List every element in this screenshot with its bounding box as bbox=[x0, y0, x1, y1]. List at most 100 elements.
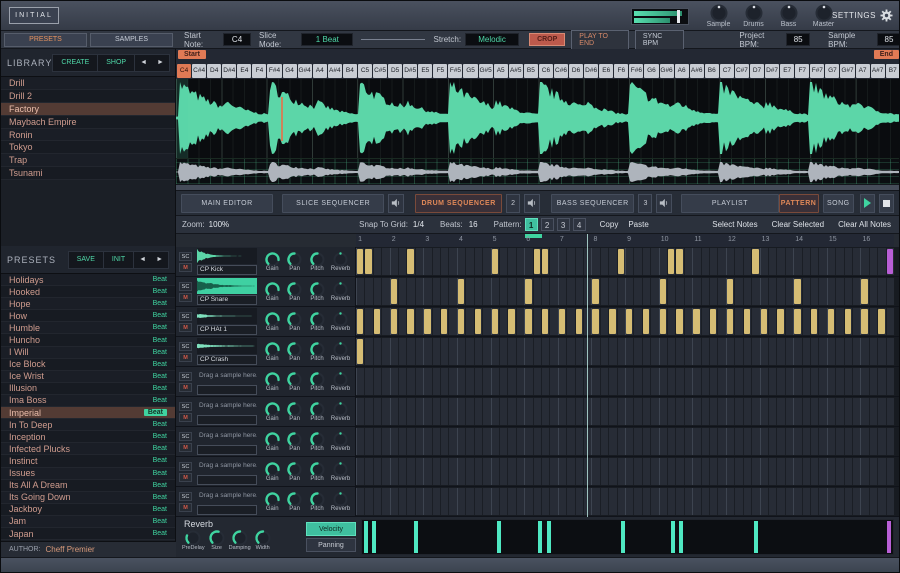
waveform-overview[interactable] bbox=[176, 158, 900, 184]
sample-name-field[interactable] bbox=[197, 415, 257, 425]
knob-reverb[interactable]: Reverb bbox=[331, 307, 350, 336]
step-cell[interactable] bbox=[675, 338, 683, 365]
step-cell[interactable] bbox=[457, 248, 465, 275]
step-cell[interactable] bbox=[364, 428, 372, 455]
preset-item[interactable]: In To DeepBeat bbox=[1, 419, 175, 431]
step-cell[interactable] bbox=[869, 248, 877, 275]
step-cell[interactable] bbox=[600, 338, 608, 365]
step-cell[interactable] bbox=[776, 278, 784, 305]
knob-gain[interactable]: Gain bbox=[264, 307, 281, 336]
step-cell[interactable] bbox=[390, 248, 398, 275]
drum-note[interactable] bbox=[391, 279, 397, 304]
library-item[interactable]: Maybach Empire bbox=[1, 116, 175, 129]
step-cell[interactable] bbox=[625, 368, 633, 395]
step-cell[interactable] bbox=[608, 428, 616, 455]
beats-value[interactable]: 16 bbox=[469, 220, 478, 229]
step-cell[interactable] bbox=[625, 248, 633, 275]
mute-button[interactable]: M bbox=[179, 443, 192, 452]
drum-note[interactable] bbox=[525, 309, 531, 334]
note-chip[interactable]: F#7 bbox=[810, 64, 824, 78]
step-cell[interactable] bbox=[608, 488, 616, 515]
start-note-value[interactable]: C4 bbox=[223, 33, 251, 46]
knob-pan[interactable]: Pan bbox=[286, 367, 303, 396]
step-cell[interactable] bbox=[650, 278, 658, 305]
step-cell[interactable] bbox=[415, 338, 423, 365]
pattern-button-3[interactable]: 3 bbox=[557, 218, 570, 231]
note-chip[interactable]: D7 bbox=[750, 64, 764, 78]
step-cell[interactable] bbox=[810, 248, 818, 275]
step-cell[interactable] bbox=[852, 308, 860, 335]
step-cell[interactable] bbox=[726, 428, 734, 455]
step-cell[interactable] bbox=[743, 428, 751, 455]
step-cell[interactable] bbox=[482, 488, 490, 515]
step-cell[interactable] bbox=[860, 248, 868, 275]
step-cell[interactable] bbox=[499, 308, 507, 335]
step-cell[interactable] bbox=[516, 428, 524, 455]
step-cell[interactable] bbox=[390, 338, 398, 365]
step-cell[interactable] bbox=[625, 488, 633, 515]
preset-item[interactable]: InceptionBeat bbox=[1, 431, 175, 443]
step-cell[interactable] bbox=[364, 338, 372, 365]
step-cell[interactable] bbox=[482, 398, 490, 425]
mute-button[interactable]: M bbox=[179, 353, 192, 362]
clear-selected-button[interactable]: Clear Selected bbox=[772, 220, 824, 229]
step-cell[interactable] bbox=[499, 278, 507, 305]
sample-name-field[interactable] bbox=[197, 505, 257, 515]
step-cell[interactable] bbox=[751, 338, 759, 365]
step-cell[interactable] bbox=[650, 428, 658, 455]
step-cell[interactable] bbox=[558, 368, 566, 395]
sample-name-field[interactable]: CP Crash bbox=[197, 355, 257, 365]
step-cell[interactable] bbox=[364, 488, 372, 515]
note-chip[interactable]: G4 bbox=[283, 64, 297, 78]
step-cell[interactable] bbox=[381, 368, 389, 395]
step-cell[interactable] bbox=[608, 458, 616, 485]
step-cell[interactable] bbox=[558, 428, 566, 455]
preset-item[interactable]: I WillBeat bbox=[1, 347, 175, 359]
step-cell[interactable] bbox=[516, 248, 524, 275]
step-cell[interactable] bbox=[482, 368, 490, 395]
step-cell[interactable] bbox=[802, 368, 810, 395]
note-chip[interactable]: C#7 bbox=[735, 64, 749, 78]
step-cell[interactable] bbox=[448, 248, 456, 275]
step-cell[interactable] bbox=[827, 458, 835, 485]
step-cell[interactable] bbox=[633, 428, 641, 455]
sample-name-field[interactable]: CP HAt 1 bbox=[197, 325, 257, 335]
sidechain-button[interactable]: SC bbox=[179, 312, 192, 321]
step-cell[interactable] bbox=[566, 308, 574, 335]
step-cell[interactable] bbox=[760, 278, 768, 305]
step-cell[interactable] bbox=[415, 278, 423, 305]
step-cell[interactable] bbox=[734, 248, 742, 275]
step-cell[interactable] bbox=[591, 338, 599, 365]
drum-note[interactable] bbox=[407, 309, 413, 334]
library-item[interactable]: Drill 2 bbox=[1, 90, 175, 103]
step-cell[interactable] bbox=[558, 488, 566, 515]
stretch-value[interactable]: Melodic bbox=[465, 33, 519, 46]
drum-note[interactable] bbox=[492, 309, 498, 334]
step-cell[interactable] bbox=[474, 398, 482, 425]
step-cell[interactable] bbox=[390, 428, 398, 455]
drum-note[interactable] bbox=[441, 309, 447, 334]
step-cell[interactable] bbox=[448, 458, 456, 485]
step-cell[interactable] bbox=[549, 308, 557, 335]
step-cell[interactable] bbox=[524, 248, 532, 275]
step-cell[interactable] bbox=[440, 458, 448, 485]
drum-note[interactable] bbox=[693, 309, 699, 334]
drum-note[interactable] bbox=[710, 309, 716, 334]
step-cell[interactable] bbox=[650, 368, 658, 395]
mute-button[interactable]: M bbox=[179, 323, 192, 332]
knob-pitch[interactable]: Pitch bbox=[309, 427, 326, 456]
note-chip[interactable]: G#5 bbox=[479, 64, 493, 78]
knob-reverb[interactable]: Reverb bbox=[331, 337, 350, 366]
step-cell[interactable] bbox=[877, 428, 885, 455]
step-cell[interactable] bbox=[474, 278, 482, 305]
step-cell[interactable] bbox=[448, 428, 456, 455]
step-cell[interactable] bbox=[860, 458, 868, 485]
step-cell[interactable] bbox=[432, 488, 440, 515]
pattern-button-1[interactable]: 1 bbox=[525, 218, 538, 231]
step-cell[interactable] bbox=[533, 278, 541, 305]
note-chip[interactable]: G#7 bbox=[840, 64, 854, 78]
step-cell[interactable] bbox=[734, 278, 742, 305]
step-cell[interactable] bbox=[591, 428, 599, 455]
step-cell[interactable] bbox=[751, 458, 759, 485]
step-cell[interactable] bbox=[852, 458, 860, 485]
